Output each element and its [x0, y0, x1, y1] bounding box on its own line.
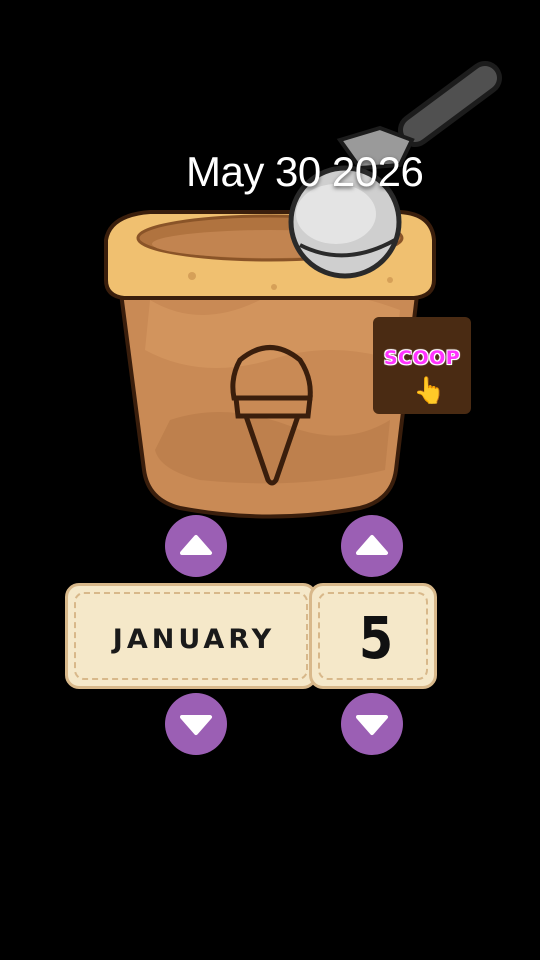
date-picker: JANUARY 5	[65, 583, 437, 689]
month-display: JANUARY	[65, 583, 317, 689]
month-value: JANUARY	[112, 624, 276, 655]
date-label: May 30 2026	[186, 148, 424, 195]
chevron-up-icon	[180, 535, 212, 555]
game-scene: May 30 2026 SCOOP 👆 JANUARY 5	[0, 0, 540, 960]
scoop-button-label: SCOOP	[383, 347, 461, 369]
month-down-button[interactable]	[165, 693, 227, 755]
chevron-down-icon	[356, 715, 388, 735]
chevron-down-icon	[180, 715, 212, 735]
chevron-up-icon	[356, 535, 388, 555]
day-value: 5	[358, 604, 394, 672]
ice-cream-cup-illustration	[104, 61, 502, 519]
month-up-button[interactable]	[165, 515, 227, 577]
day-up-button[interactable]	[341, 515, 403, 577]
pointing-hand-icon: 👆	[413, 375, 446, 405]
day-down-button[interactable]	[341, 693, 403, 755]
scoop-button[interactable]: SCOOP 👆	[373, 317, 471, 414]
day-display: 5	[309, 583, 437, 689]
